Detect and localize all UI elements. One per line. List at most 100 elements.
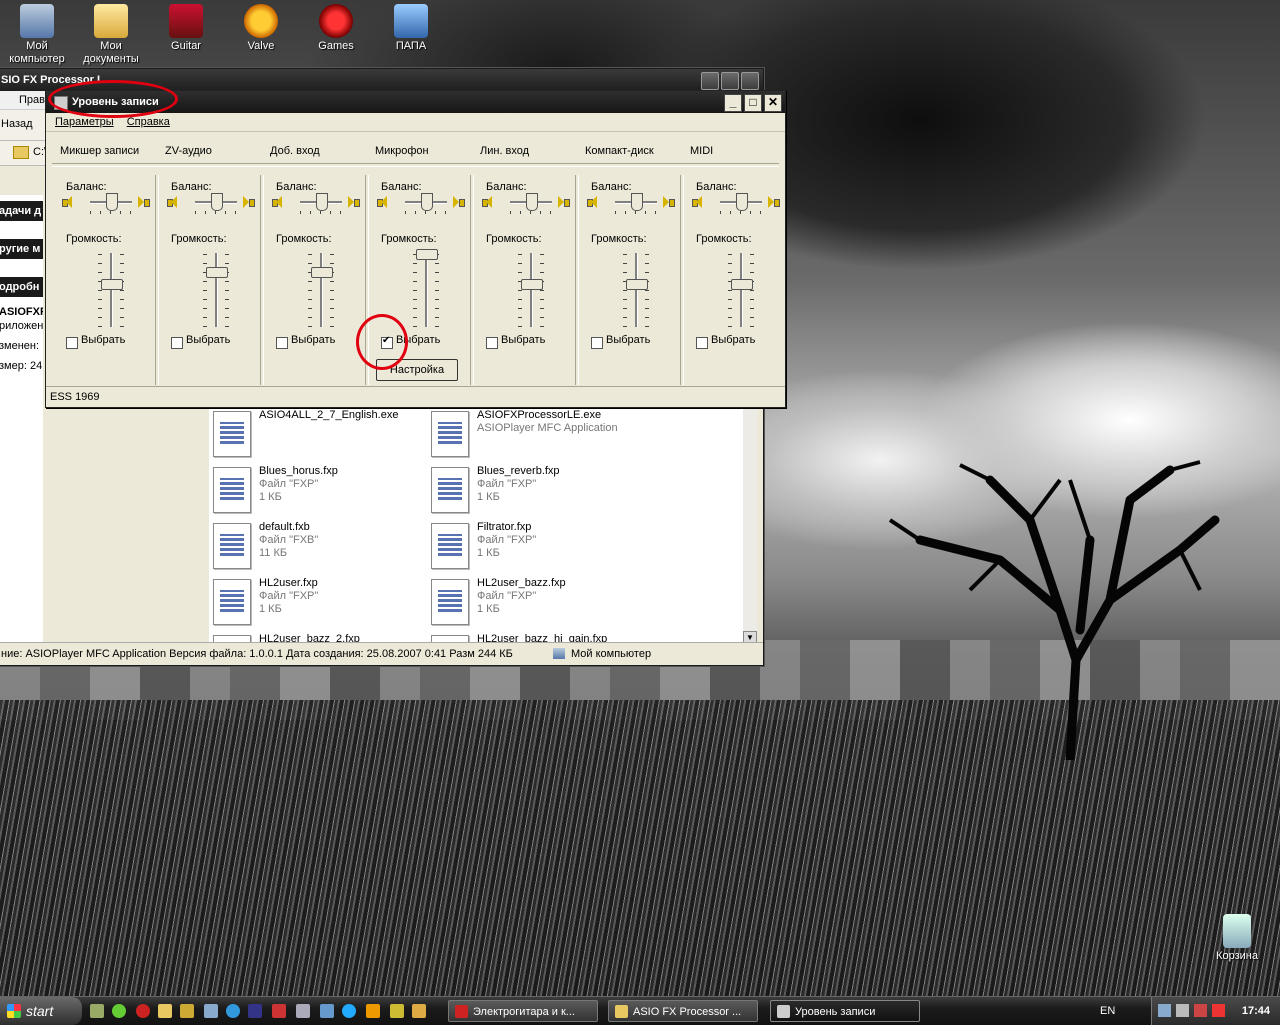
volume-track (425, 253, 428, 327)
language-indicator[interactable]: EN (1100, 997, 1115, 1025)
volume-slider[interactable] (311, 267, 333, 279)
file-name: ASIO4ALL_2_7_English.exe (259, 409, 399, 421)
balance-slider[interactable] (526, 193, 538, 211)
file-item[interactable]: ASIO4ALL_2_7_English.exe (213, 409, 413, 459)
clock[interactable]: 17:44 (1242, 997, 1270, 1025)
balance-label: Баланс: (591, 181, 632, 193)
taskbar-button[interactable]: ASIO FX Processor ... (608, 1000, 758, 1022)
taskbar-button[interactable]: Уровень записи (770, 1000, 920, 1022)
select-checkbox[interactable] (66, 337, 78, 349)
file-item[interactable]: HL2user.fxp Файл "FXP" 1 КБ (213, 577, 413, 627)
tasks-panel-header[interactable]: адачи д (0, 201, 43, 221)
mixer-titlebar[interactable]: Уровень записи _ □ ✕ (46, 91, 785, 113)
menu-parameters[interactable]: Параметры (55, 116, 114, 128)
quicklaunch-icon-1[interactable] (90, 1004, 104, 1018)
file-name: Blues_reverb.fxp (477, 465, 560, 477)
quicklaunch-skype-icon[interactable] (342, 1004, 356, 1018)
tray-volume-icon[interactable] (1176, 1004, 1189, 1017)
quicklaunch-opera-icon[interactable] (136, 1004, 150, 1018)
desktop-icon-guitar[interactable]: Guitar (149, 4, 223, 53)
file-item[interactable]: default.fxb Файл "FXB" 11 КБ (213, 521, 413, 571)
minimize-button[interactable]: _ (724, 94, 742, 112)
explorer-minimize-button[interactable] (701, 72, 719, 90)
balance-slider[interactable] (211, 193, 223, 211)
quicklaunch-icon-14[interactable] (390, 1004, 404, 1018)
settings-button[interactable]: Настройка (376, 359, 458, 381)
volume-ticks (518, 253, 522, 327)
select-checkbox[interactable] (486, 337, 498, 349)
guitar-icon (169, 4, 203, 38)
explorer-titlebar[interactable]: SIO FX Processor L (0, 69, 763, 91)
quicklaunch-icon-6[interactable] (204, 1004, 218, 1018)
volume-slider[interactable] (731, 278, 753, 290)
desktop-icon-recycle-bin[interactable]: Корзина (1200, 914, 1274, 963)
desktop-icon-my-documents[interactable]: Мои документы (74, 4, 148, 66)
file-type: Файл "FXP" (477, 590, 537, 602)
volume-ticks (330, 253, 334, 327)
desktop-icon-valve[interactable]: Valve (224, 4, 298, 53)
menu-edit[interactable]: Прав (19, 94, 45, 106)
file-size: 1 КБ (477, 603, 500, 615)
volume-slider[interactable] (626, 278, 648, 290)
select-checkbox[interactable] (276, 337, 288, 349)
quicklaunch-icon-10[interactable] (296, 1004, 310, 1018)
other-places-header[interactable]: ругие м (0, 239, 43, 259)
volume-track (215, 253, 218, 327)
select-checkbox[interactable] (171, 337, 183, 349)
volume-slider[interactable] (521, 278, 543, 290)
taskbar-button-label: Электрогитара и к... (473, 1006, 575, 1018)
balance-slider[interactable] (631, 193, 643, 211)
select-checkbox[interactable] (591, 337, 603, 349)
balance-slider[interactable] (736, 193, 748, 211)
volume-slider[interactable] (101, 278, 123, 290)
quicklaunch-icon-9[interactable] (272, 1004, 286, 1018)
file-item[interactable]: HL2user_bazz.fxp Файл "FXP" 1 КБ (431, 577, 631, 627)
tray-antivirus-icon[interactable] (1194, 1004, 1207, 1017)
desktop-icon-my-computer[interactable]: Мой компьютер (0, 4, 74, 66)
file-item[interactable]: Blues_reverb.fxp Файл "FXP" 1 КБ (431, 465, 631, 515)
tray-zonealarm-icon[interactable] (1212, 1004, 1225, 1017)
maximize-button[interactable]: □ (744, 94, 762, 112)
file-item[interactable]: Filtrator.fxp Файл "FXP" 1 КБ (431, 521, 631, 571)
balance-slider[interactable] (106, 193, 118, 211)
quicklaunch-icon-5[interactable] (180, 1004, 194, 1018)
quicklaunch-icon-2[interactable] (112, 1004, 126, 1018)
explorer-close-button[interactable] (741, 72, 759, 90)
quicklaunch-media-icon[interactable] (226, 1004, 240, 1018)
channel-strip: Баланс: Громкость: Выбрать (472, 175, 576, 385)
select-checkbox[interactable] (381, 335, 393, 349)
desktop-icon-games[interactable]: Games (299, 4, 373, 53)
tray-network-icon[interactable] (1158, 1004, 1171, 1017)
file-icon (431, 411, 469, 457)
quicklaunch-icon-15[interactable] (412, 1004, 426, 1018)
quicklaunch-icon-11[interactable] (320, 1004, 334, 1018)
taskbar-button[interactable]: Электрогитара и к... (448, 1000, 598, 1022)
balance-slider[interactable] (316, 193, 328, 211)
balance-slider[interactable] (421, 193, 433, 211)
mixer-app-icon (54, 96, 68, 110)
back-button[interactable]: Назад (1, 118, 33, 130)
volume-slider[interactable] (416, 249, 438, 260)
details-header[interactable]: одробн (0, 277, 43, 297)
channel-strip: Баланс: Громкость: Выбрать (157, 175, 261, 385)
volume-slider[interactable] (206, 267, 228, 279)
file-item[interactable]: ASIOFXProcessorLE.exe ASIOPlayer MFC Appl… (431, 409, 631, 459)
start-button[interactable]: start (0, 997, 82, 1025)
select-checkbox[interactable] (696, 337, 708, 349)
quicklaunch-folder-icon[interactable] (158, 1004, 172, 1018)
volume-track (110, 253, 113, 327)
desktop-icon-papa[interactable]: ПАПА (374, 4, 448, 53)
quicklaunch-save-icon[interactable] (248, 1004, 262, 1018)
speaker-left-icon (692, 196, 702, 208)
close-button[interactable]: ✕ (764, 94, 782, 112)
file-item[interactable]: Blues_horus.fxp Файл "FXP" 1 КБ (213, 465, 413, 515)
file-size: 1 КБ (259, 491, 282, 503)
quicklaunch-icon-13[interactable] (366, 1004, 380, 1018)
file-size: 1 КБ (477, 491, 500, 503)
my-documents-icon (94, 4, 128, 38)
balance-label: Баланс: (66, 181, 107, 193)
menu-help[interactable]: Справка (127, 116, 170, 128)
explorer-maximize-button[interactable] (721, 72, 739, 90)
recording-mixer-window[interactable]: Уровень записи _ □ ✕ Параметры Справка М… (45, 90, 786, 408)
volume-ticks (203, 253, 207, 327)
